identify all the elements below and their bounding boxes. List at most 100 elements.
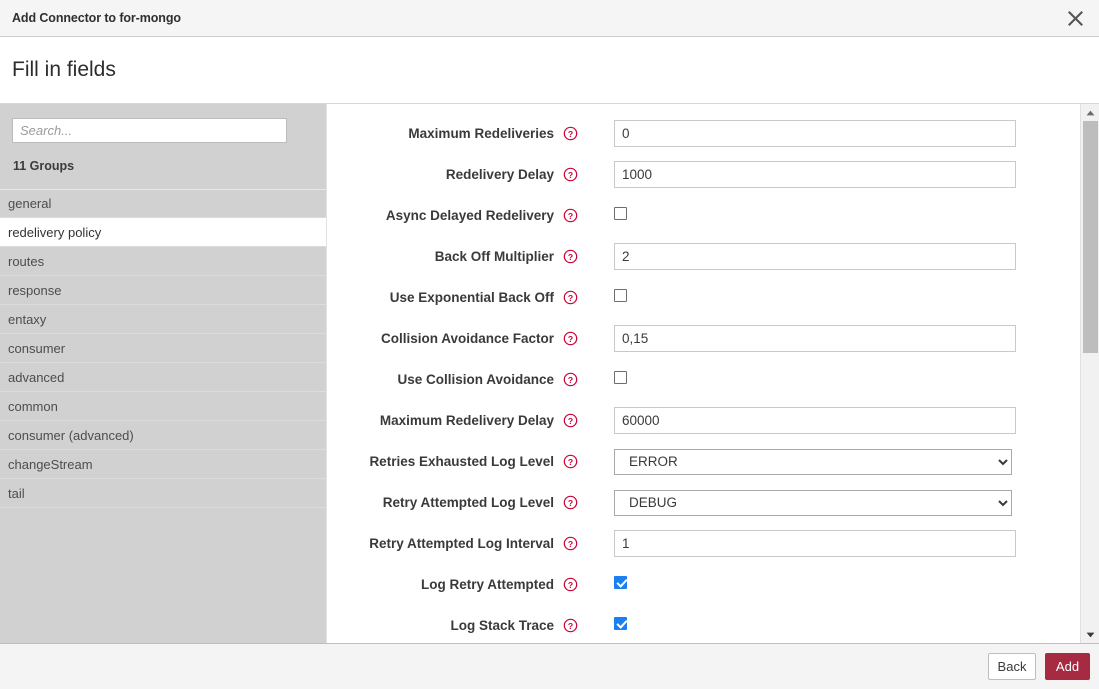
field-control: [614, 120, 1016, 147]
field-row: Retry Attempted Log Level? DEBUG: [327, 482, 1080, 523]
field-control: [614, 206, 627, 225]
fields-scroll-area: Maximum Redeliveries?Redelivery Delay?As…: [327, 104, 1080, 643]
field-label-collision-avoidance-factor: Collision Avoidance Factor: [380, 331, 554, 346]
svg-text:?: ?: [568, 416, 573, 426]
sidebar-item-changestream[interactable]: changeStream: [0, 450, 326, 479]
sidebar-item-consumer[interactable]: consumer: [0, 334, 326, 363]
help-circle-icon[interactable]: ?: [563, 331, 578, 346]
field-label-retry-attempted-log-level: Retry Attempted Log Level: [382, 495, 554, 510]
field-label-use-collision-avoidance: Use Collision Avoidance: [397, 372, 554, 387]
field-control: [614, 530, 1016, 557]
svg-text:?: ?: [568, 211, 573, 221]
sidebar-item-entaxy[interactable]: entaxy: [0, 305, 326, 334]
select-retry-attempted-log-level[interactable]: DEBUG: [614, 489, 1012, 516]
checkbox-use-exponential-back-off[interactable]: [614, 288, 627, 302]
sidebar-item-general[interactable]: general: [0, 189, 326, 218]
svg-text:?: ?: [568, 293, 573, 303]
sidebar-item-label: redelivery policy: [8, 224, 102, 240]
add-button[interactable]: Add: [1045, 653, 1090, 680]
field-row: Use Collision Avoidance?: [327, 359, 1080, 400]
sidebar-item-label: consumer (advanced): [8, 427, 134, 443]
field-control: DEBUG: [614, 489, 1012, 516]
input-maximum-redeliveries[interactable]: [614, 120, 1016, 147]
checkbox-use-collision-avoidance[interactable]: [614, 370, 627, 384]
sidebar-item-consumer-advanced[interactable]: consumer (advanced): [0, 421, 326, 450]
svg-text:?: ?: [568, 498, 573, 508]
help-circle-icon[interactable]: ?: [563, 618, 578, 633]
help-circle-icon[interactable]: ?: [563, 372, 578, 387]
vertical-scrollbar[interactable]: [1080, 104, 1099, 643]
sidebar-item-label: common: [8, 398, 58, 414]
dialog-body: 11 Groups general redelivery policy routes…: [0, 104, 1099, 643]
close-icon[interactable]: [1051, 0, 1099, 36]
field-row: Maximum Redelivery Delay?: [327, 400, 1080, 441]
back-button[interactable]: Back: [988, 653, 1036, 680]
group-list: general redelivery policy routes response en…: [0, 189, 326, 508]
page-title: Fill in fields: [12, 58, 116, 81]
scrollbar-thumb[interactable]: [1082, 121, 1098, 353]
help-circle-icon[interactable]: ?: [563, 577, 578, 592]
input-maximum-redelivery-delay[interactable]: [614, 407, 1016, 434]
field-label-retries-exhausted-log-level: Retries Exhausted Log Level: [369, 454, 554, 469]
help-circle-icon[interactable]: ?: [563, 454, 578, 469]
sidebar-item-label: tail: [8, 485, 25, 501]
input-retry-attempted-log-interval[interactable]: [614, 530, 1016, 557]
sidebar-item-label: general: [8, 196, 52, 211]
dialog-titlebar: Add Connector to for-mongo: [0, 0, 1099, 37]
checkbox-async-delayed-redelivery[interactable]: [614, 206, 627, 220]
groups-count-label: 11 Groups: [13, 159, 75, 173]
input-redelivery-delay[interactable]: [614, 161, 1016, 188]
help-circle-icon[interactable]: ?: [563, 495, 578, 510]
sidebar-item-common[interactable]: common: [0, 392, 326, 421]
sidebar-item-label: changeStream: [8, 456, 93, 472]
sidebar-item-label: advanced: [8, 369, 65, 385]
field-control: ERROR: [614, 448, 1012, 475]
field-label-log-retry-attempted: Log Retry Attempted: [420, 577, 554, 592]
field-row: Collision Avoidance Factor?: [327, 318, 1080, 359]
field-control: [614, 616, 627, 635]
svg-text:?: ?: [568, 539, 573, 549]
checkbox-log-stack-trace[interactable]: [614, 616, 627, 630]
scrollbar-track[interactable]: [1081, 121, 1099, 626]
field-label-maximum-redelivery-delay: Maximum Redelivery Delay: [379, 413, 554, 428]
caret-up-icon[interactable]: [1081, 104, 1099, 121]
sidebar-item-advanced[interactable]: advanced: [0, 363, 326, 392]
caret-down-icon[interactable]: [1081, 626, 1099, 643]
help-circle-icon[interactable]: ?: [563, 208, 578, 223]
field-control: [614, 161, 1016, 188]
field-control: [614, 407, 1016, 434]
field-row: Async Delayed Redelivery?: [327, 195, 1080, 236]
help-circle-icon[interactable]: ?: [563, 167, 578, 182]
input-back-off-multiplier[interactable]: [614, 243, 1016, 270]
field-label-maximum-redeliveries: Maximum Redeliveries: [408, 126, 554, 141]
help-circle-icon[interactable]: ?: [563, 126, 578, 141]
groups-sidebar: 11 Groups general redelivery policy routes…: [0, 104, 326, 643]
field-label-use-exponential-back-off: Use Exponential Back Off: [389, 290, 554, 305]
search-container: [0, 104, 326, 143]
field-control: [614, 243, 1016, 270]
sidebar-item-redelivery-policy[interactable]: redelivery policy: [0, 218, 326, 247]
help-circle-icon[interactable]: ?: [563, 290, 578, 305]
search-input[interactable]: [12, 118, 287, 143]
field-label-retry-attempted-log-interval: Retry Attempted Log Interval: [369, 536, 554, 551]
sidebar-item-tail[interactable]: tail: [0, 479, 326, 508]
sidebar-item-label: response: [8, 282, 62, 298]
sidebar-item-routes[interactable]: routes: [0, 247, 326, 276]
field-control: [614, 370, 627, 389]
select-retries-exhausted-log-level[interactable]: ERROR: [614, 448, 1012, 475]
add-connector-dialog: Add Connector to for-mongo Fill in field…: [0, 0, 1099, 689]
sidebar-item-response[interactable]: response: [0, 276, 326, 305]
svg-text:?: ?: [568, 580, 573, 590]
field-row: Back Off Multiplier?: [327, 236, 1080, 277]
help-circle-icon[interactable]: ?: [563, 249, 578, 264]
help-circle-icon[interactable]: ?: [563, 536, 578, 551]
checkbox-log-retry-attempted[interactable]: [614, 575, 627, 589]
svg-text:?: ?: [568, 252, 573, 262]
sidebar-item-label: entaxy: [8, 311, 47, 327]
svg-text:?: ?: [568, 621, 573, 631]
input-collision-avoidance-factor[interactable]: [614, 325, 1016, 352]
help-circle-icon[interactable]: ?: [563, 413, 578, 428]
field-control: [614, 288, 627, 307]
field-row: Use Exponential Back Off?: [327, 277, 1080, 318]
field-label-redelivery-delay: Redelivery Delay: [445, 167, 554, 182]
